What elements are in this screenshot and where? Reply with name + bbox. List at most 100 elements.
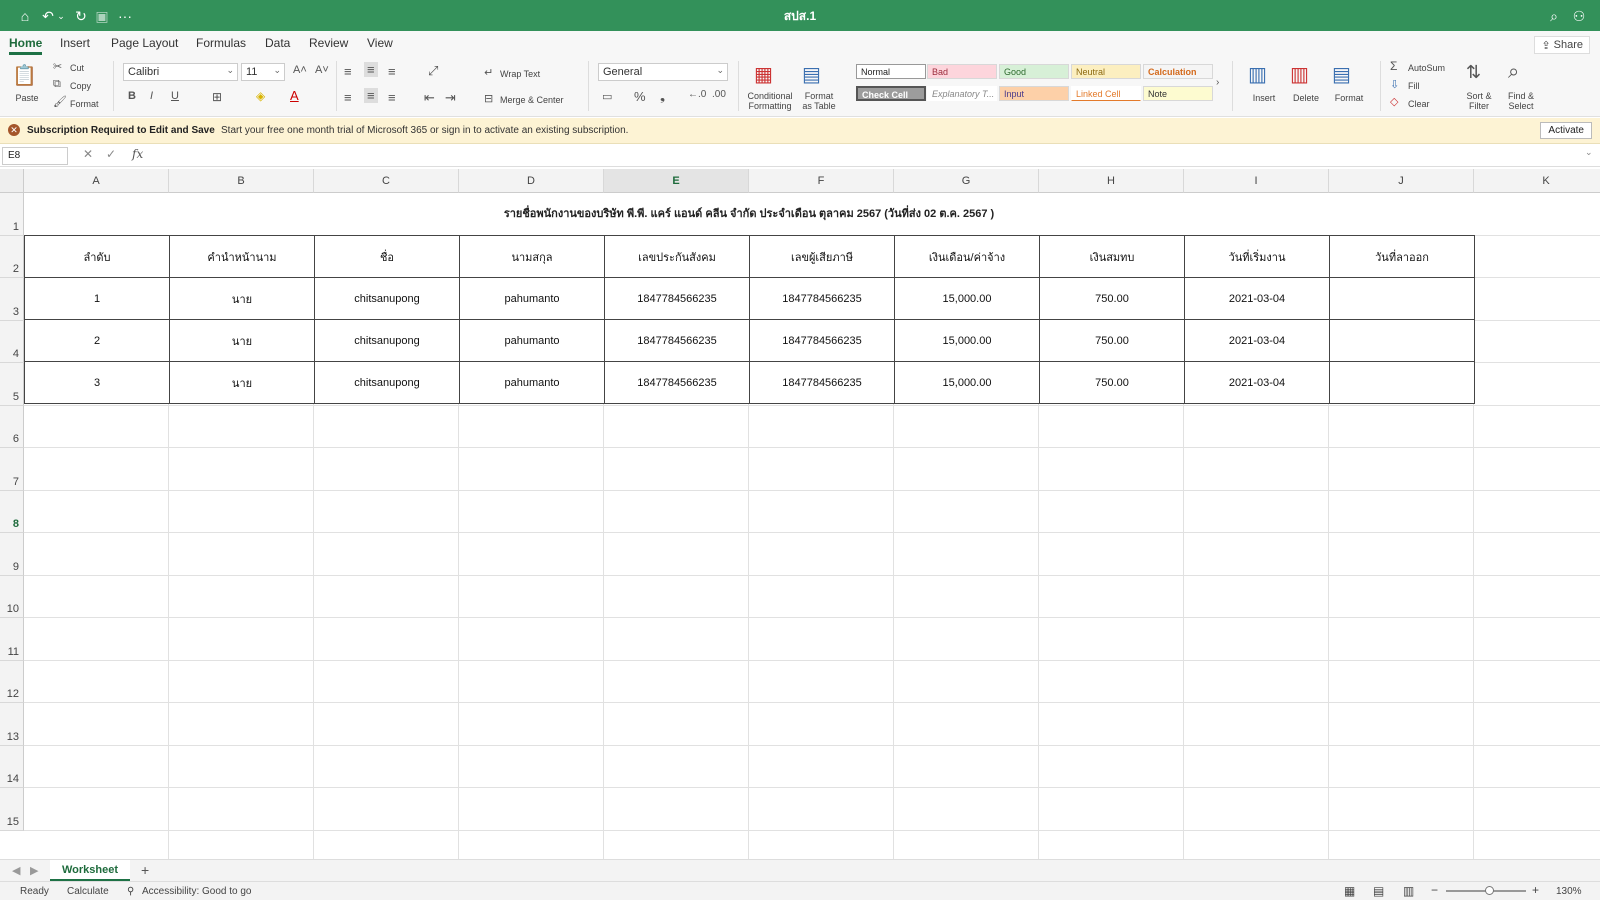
table-cell[interactable]: chitsanupong	[314, 319, 460, 362]
sort-filter-icon[interactable]: ⇅	[1466, 62, 1481, 83]
table-cell[interactable]: นาย	[169, 361, 315, 404]
copy-button[interactable]: Copy	[70, 81, 91, 91]
merge-center-button[interactable]: Merge & Center	[500, 95, 564, 105]
format-painter-button[interactable]: Format	[70, 99, 99, 109]
insert-cells-icon[interactable]: ▥	[1248, 62, 1267, 87]
styles-more-icon[interactable]: ›	[1216, 77, 1219, 88]
table-cell[interactable]: 2021-03-04	[1184, 277, 1330, 320]
format-cells-icon[interactable]: ▤	[1332, 62, 1351, 87]
clear-icon[interactable]: ◇	[1390, 95, 1398, 108]
delete-cells-icon[interactable]: ▥	[1290, 62, 1309, 87]
sheet-title-cell[interactable]: รายชื่อพนักงานของบริษัท พี.พี. แคร์ แอนด…	[24, 193, 1474, 235]
tab-data[interactable]: Data	[265, 36, 290, 50]
zoom-level[interactable]: 130%	[1556, 886, 1582, 897]
row-header[interactable]: 1	[0, 193, 24, 236]
select-all-corner[interactable]	[0, 169, 24, 193]
style-note[interactable]: Note	[1143, 86, 1213, 101]
column-header[interactable]: K	[1474, 169, 1600, 193]
number-format-select[interactable]: General ⌄	[598, 63, 728, 81]
row-header[interactable]: 8	[0, 490, 24, 533]
prev-sheet-icon[interactable]: ◀	[12, 864, 20, 877]
expand-formula-icon[interactable]: ⌄	[1585, 147, 1593, 158]
account-icon[interactable]: ⚇	[1570, 6, 1588, 26]
increase-indent-icon[interactable]: ⇥	[445, 90, 456, 106]
align-left-icon[interactable]: ≡	[344, 90, 352, 105]
table-header-cell[interactable]: คำนำหน้านาม	[169, 235, 315, 278]
row-header[interactable]: 9	[0, 533, 24, 576]
autosum-button[interactable]: AutoSum	[1408, 63, 1445, 73]
table-cell[interactable]: 1847784566235	[749, 277, 895, 320]
table-header-cell[interactable]: เลขประกันสังคม	[604, 235, 750, 278]
table-cell[interactable]: 2021-03-04	[1184, 319, 1330, 362]
align-top-icon[interactable]: ≡	[344, 64, 352, 79]
table-cell[interactable]: pahumanto	[459, 277, 605, 320]
table-cell[interactable]: นาย	[169, 319, 315, 362]
column-header[interactable]: I	[1184, 169, 1329, 193]
next-sheet-icon[interactable]: ▶	[30, 864, 38, 877]
format-as-table-icon[interactable]: ▤	[802, 62, 821, 87]
increase-decimal-icon[interactable]: ←.0	[688, 89, 706, 100]
table-cell[interactable]: 1847784566235	[604, 361, 750, 404]
insert-function-icon[interactable]: fx	[132, 147, 143, 161]
format-cells-label[interactable]: Format	[1330, 93, 1368, 103]
cancel-icon[interactable]: ✕	[83, 147, 93, 161]
tab-home[interactable]: Home	[9, 36, 43, 55]
align-bottom-icon[interactable]: ≡	[388, 64, 396, 79]
column-header[interactable]: A	[24, 169, 169, 193]
column-header[interactable]: D	[459, 169, 604, 193]
wrap-text-button[interactable]: Wrap Text	[500, 69, 540, 79]
table-cell[interactable]: 1847784566235	[604, 319, 750, 362]
normal-view-icon[interactable]: ▦	[1344, 884, 1355, 898]
currency-icon[interactable]: ▭	[602, 90, 612, 103]
style-check-cell[interactable]: Check Cell	[856, 86, 926, 101]
table-cell[interactable]: 1	[24, 277, 170, 320]
row-header[interactable]: 6	[0, 405, 24, 448]
format-as-table-label[interactable]: Format as Table	[800, 91, 838, 111]
column-header[interactable]: E	[604, 169, 749, 193]
format-painter-icon[interactable]: 🖌	[53, 95, 67, 108]
style-linked-cell[interactable]: Linked Cell	[1071, 86, 1141, 101]
style-explanatory[interactable]: Explanatory T...	[927, 86, 997, 101]
table-cell[interactable]: 1847784566235	[604, 277, 750, 320]
table-cell[interactable]: นาย	[169, 277, 315, 320]
table-header-cell[interactable]: ลำดับ	[24, 235, 170, 278]
decrease-font-icon[interactable]: A˅	[315, 64, 329, 76]
table-header-cell[interactable]: นามสกุล	[459, 235, 605, 278]
table-cell[interactable]	[1329, 319, 1475, 362]
style-neutral[interactable]: Neutral	[1071, 64, 1141, 79]
tab-view[interactable]: View	[367, 36, 393, 50]
clear-button[interactable]: Clear	[1408, 99, 1430, 109]
fill-button[interactable]: Fill	[1408, 81, 1420, 91]
table-header-cell[interactable]: วันที่ลาออก	[1329, 235, 1475, 278]
column-header[interactable]: C	[314, 169, 459, 193]
cut-button[interactable]: Cut	[70, 63, 84, 73]
style-normal[interactable]: Normal	[856, 64, 926, 79]
table-cell[interactable]: chitsanupong	[314, 277, 460, 320]
zoom-in-icon[interactable]: +	[1532, 883, 1539, 897]
status-accessibility[interactable]: Accessibility: Good to go	[142, 886, 252, 897]
column-header[interactable]: F	[749, 169, 894, 193]
style-calculation[interactable]: Calculation	[1143, 64, 1213, 79]
zoom-out-icon[interactable]: −	[1431, 883, 1438, 897]
fill-color-icon[interactable]: ◈	[256, 89, 265, 103]
table-cell[interactable]: 750.00	[1039, 361, 1185, 404]
paste-icon[interactable]: 📋	[12, 63, 37, 88]
style-input[interactable]: Input	[999, 86, 1069, 101]
borders-icon[interactable]: ⊞	[212, 90, 222, 104]
align-right-icon[interactable]: ≡	[388, 90, 396, 105]
row-header[interactable]: 4	[0, 320, 24, 363]
column-header[interactable]: J	[1329, 169, 1474, 193]
add-sheet-icon[interactable]: +	[141, 862, 149, 878]
worksheet-grid[interactable]: ABCDEFGHIJK 1 2 3 4 5 6 7 8 9 10 11 12 13 14 15 รายชื่…	[0, 169, 1600, 859]
table-cell[interactable]: 3	[24, 361, 170, 404]
increase-font-icon[interactable]: A˄	[293, 64, 307, 76]
table-cell[interactable]: 15,000.00	[894, 277, 1040, 320]
align-middle-icon[interactable]: ≡	[364, 62, 378, 77]
find-select-label[interactable]: Find & Select	[1506, 91, 1536, 111]
bold-icon[interactable]: B	[128, 90, 136, 102]
copy-icon[interactable]: ⧉	[53, 78, 61, 91]
row-header[interactable]: 7	[0, 448, 24, 491]
sort-filter-label[interactable]: Sort & Filter	[1464, 91, 1494, 111]
tab-review[interactable]: Review	[309, 36, 348, 50]
cut-icon[interactable]: ✂	[53, 60, 62, 73]
